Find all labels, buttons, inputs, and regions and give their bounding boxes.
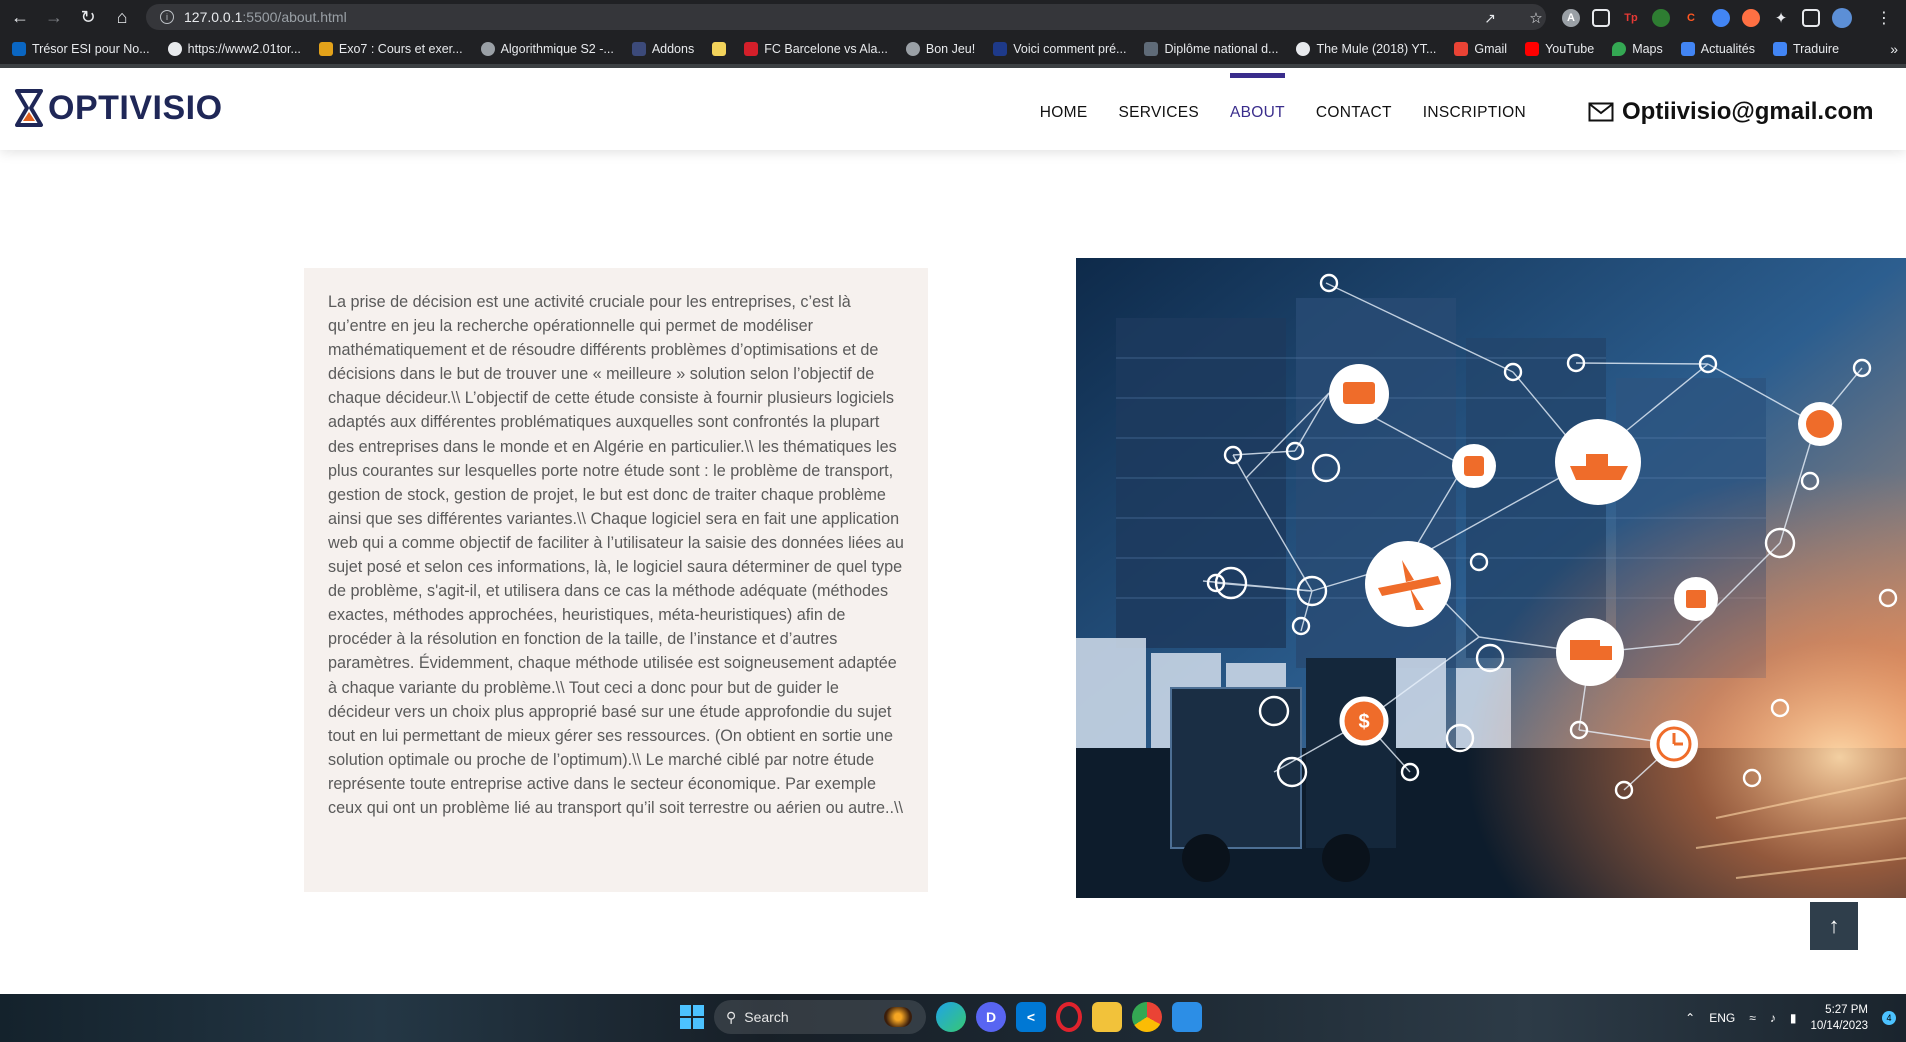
hero-illustration: $ <box>1076 258 1906 898</box>
clock-time: 5:27 PM <box>1825 1004 1868 1016</box>
browser-toolbar: ← → ↻ ⌂ i 127.0.0.1:5500/about.html ↗ ☆ … <box>0 0 1906 34</box>
addons-icon <box>631 42 646 56</box>
chrome-extension-icon[interactable] <box>1712 9 1730 27</box>
hourglass-logo-icon <box>15 89 43 127</box>
battery-icon[interactable]: ▮ <box>1790 1011 1797 1025</box>
opera-icon[interactable] <box>1056 1002 1082 1032</box>
about-paragraph: La prise de décision est une activité cr… <box>328 293 904 817</box>
bookmark-item[interactable]: Maps <box>1612 42 1663 56</box>
logo-text: OPTIVISIO <box>48 88 223 127</box>
bookmark-item[interactable]: Algorithmique S2 -... <box>480 42 614 56</box>
orange-extension-icon[interactable] <box>1742 9 1760 27</box>
main-nav: HOME SERVICES ABOUT CONTACT INSCRIPTION <box>1040 73 1526 122</box>
discord-icon[interactable]: D <box>976 1002 1006 1032</box>
search-icon: ⚲ <box>726 1008 737 1025</box>
nav-services[interactable]: SERVICES <box>1119 104 1200 122</box>
tp-extension-icon[interactable]: Tp <box>1622 9 1640 27</box>
clock[interactable]: 5:27 PM 10/14/2023 <box>1810 1002 1868 1034</box>
linkedin-icon <box>12 42 26 56</box>
envelope-icon <box>1588 102 1614 122</box>
adblock-extension-icon[interactable]: A <box>1562 9 1580 27</box>
scroll-to-top-button[interactable]: ↑ <box>1810 902 1858 950</box>
url-host: 127.0.0.1 <box>184 9 243 25</box>
bookmark-item[interactable]: Exo7 : Cours et exer... <box>318 42 463 56</box>
vscode-icon[interactable]: < <box>1016 1002 1046 1032</box>
google-icon <box>905 42 920 56</box>
nav-inscription[interactable]: INSCRIPTION <box>1423 104 1526 122</box>
language-indicator[interactable]: ENG <box>1709 1011 1735 1025</box>
clock-date: 10/14/2023 <box>1810 1020 1868 1032</box>
star-icon[interactable]: ☆ <box>1522 4 1550 32</box>
address-bar[interactable]: i 127.0.0.1:5500/about.html <box>146 4 1546 30</box>
globe-icon <box>167 42 182 56</box>
bookmark-folder[interactable] <box>712 42 727 56</box>
volume-icon[interactable]: ♪ <box>1770 1011 1776 1025</box>
globe-icon <box>1296 42 1311 56</box>
chevron-right-icon[interactable]: » <box>1890 41 1898 57</box>
search-highlight-icon <box>884 1007 912 1027</box>
folder-icon <box>712 42 727 56</box>
logo[interactable]: OPTIVISIO <box>14 88 223 128</box>
news-icon <box>1680 42 1695 56</box>
grid-icon <box>318 42 333 56</box>
maps-icon <box>1612 42 1627 56</box>
youtube-icon <box>1525 42 1540 56</box>
c-extension-icon[interactable]: C <box>1682 9 1700 27</box>
edge-icon[interactable] <box>936 1002 966 1032</box>
back-icon[interactable]: ← <box>6 3 34 31</box>
nav-home[interactable]: HOME <box>1040 104 1088 122</box>
home-icon[interactable]: ⌂ <box>108 3 136 31</box>
bookmark-item[interactable]: FC Barcelone vs Ala... <box>744 42 888 56</box>
screenshot-extension-icon[interactable] <box>1592 9 1610 27</box>
url-path: :5500/about.html <box>242 9 347 25</box>
menu-icon[interactable]: ⋮ <box>1870 4 1898 32</box>
svg-text:$: $ <box>1358 711 1369 733</box>
site-icon <box>993 42 1008 56</box>
bookmark-item[interactable]: Actualités <box>1680 42 1755 56</box>
reload-icon[interactable]: ↻ <box>74 3 102 31</box>
bookmark-item[interactable]: YouTube <box>1525 42 1594 56</box>
site-header: OPTIVISIO HOME SERVICES ABOUT CONTACT IN… <box>0 72 1906 150</box>
site-info-icon[interactable]: i <box>160 10 174 24</box>
wifi-icon[interactable]: ≈ <box>1749 1011 1756 1025</box>
bookmark-item[interactable]: Gmail <box>1454 42 1507 56</box>
bookmark-item[interactable]: Diplôme national d... <box>1144 42 1278 56</box>
sidepanel-icon[interactable] <box>1802 9 1820 27</box>
bookmark-item[interactable]: Voici comment pré... <box>993 42 1126 56</box>
chrome-icon[interactable] <box>1132 1002 1162 1032</box>
profile-avatar[interactable] <box>1832 8 1852 28</box>
share-icon[interactable]: ↗ <box>1476 4 1504 32</box>
page: OPTIVISIO HOME SERVICES ABOUT CONTACT IN… <box>0 72 1906 994</box>
about-section: La prise de décision est une activité cr… <box>304 268 928 892</box>
search-label: Search <box>744 1009 789 1025</box>
bookmark-item[interactable]: Trésor ESI pour No... <box>12 42 150 56</box>
bookmark-item[interactable]: Bon Jeu! <box>905 42 975 56</box>
gmail-icon <box>1454 42 1469 56</box>
bookmark-item[interactable]: The Mule (2018) YT... <box>1296 42 1436 56</box>
email-link[interactable]: Optiivisio@gmail.com <box>1588 98 1873 126</box>
chevron-up-icon[interactable]: ⌃ <box>1685 1011 1695 1025</box>
email-text: Optiivisio@gmail.com <box>1622 98 1874 125</box>
app-icon[interactable] <box>1172 1002 1202 1032</box>
bookmark-item[interactable]: https://www2.01tor... <box>167 42 301 56</box>
green-extension-icon[interactable] <box>1652 9 1670 27</box>
nav-about[interactable]: ABOUT <box>1230 73 1285 122</box>
bookmarks-bar: Trésor ESI pour No... https://www2.01tor… <box>0 34 1906 68</box>
taskbar: ⚲ Search D < ⌃ ENG ≈ ♪ ▮ 5:27 PM 10/14/2… <box>0 994 1906 1042</box>
bookmark-item[interactable]: Addons <box>631 42 694 56</box>
forward-icon[interactable]: → <box>40 3 68 31</box>
notification-badge[interactable]: 4 <box>1882 1011 1896 1025</box>
taskbar-search[interactable]: ⚲ Search <box>714 1000 926 1034</box>
translate-icon <box>1772 42 1787 56</box>
logistics-network-image: $ <box>1076 258 1906 898</box>
windows-start-icon[interactable] <box>680 1005 704 1029</box>
file-explorer-icon[interactable] <box>1092 1002 1122 1032</box>
diploma-icon <box>1144 42 1159 56</box>
nav-contact[interactable]: CONTACT <box>1316 104 1392 122</box>
bookmark-item[interactable]: Traduire <box>1772 42 1839 56</box>
sport-icon <box>744 42 759 56</box>
puzzle-icon[interactable]: ✦ <box>1772 9 1790 27</box>
arrow-up-icon: ↑ <box>1828 913 1840 938</box>
circle-icon <box>480 42 495 56</box>
